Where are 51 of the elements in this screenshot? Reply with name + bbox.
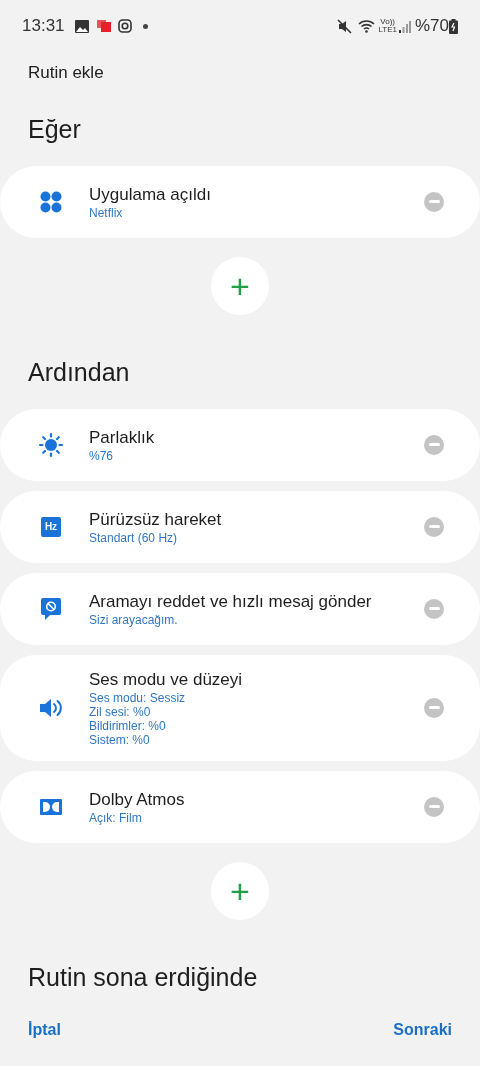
hz-icon: Hz bbox=[41, 516, 61, 537]
battery-icon bbox=[449, 18, 458, 34]
remove-button[interactable] bbox=[424, 598, 444, 619]
volte-label: Vo)) bbox=[380, 18, 396, 26]
card-detail: Bildirimler: %0 bbox=[89, 718, 167, 733]
card-detail: Açık: Film bbox=[89, 810, 143, 825]
remove-button[interactable] bbox=[424, 191, 444, 212]
status-time: 13:31 bbox=[22, 15, 65, 38]
remove-button[interactable] bbox=[424, 434, 444, 455]
apps-icon bbox=[40, 190, 62, 213]
card-detail: Sistem: %0 bbox=[89, 732, 151, 747]
card-title: Pürüzsüz hareket bbox=[89, 508, 223, 531]
camera-icon bbox=[117, 19, 132, 33]
notification-icon bbox=[96, 20, 111, 32]
remove-button[interactable] bbox=[424, 796, 444, 817]
card-title: Ses modu ve düzeyi bbox=[89, 668, 244, 691]
routine-card[interactable]: Aramayı reddet ve hızlı mesaj gönder Sizi arayacağım. bbox=[0, 572, 480, 645]
sun-icon bbox=[38, 431, 64, 458]
dolby-icon bbox=[40, 798, 62, 815]
routine-card[interactable]: Ses modu ve düzeyi Ses modu: Sessiz Zil sesi: %0 Bildirimler: %0 Sistem: %0 bbox=[0, 654, 480, 761]
card-title: Dolby Atmos bbox=[89, 788, 186, 811]
mute-icon bbox=[337, 18, 353, 34]
routine-card[interactable]: Uygulama açıldı Netflix bbox=[0, 165, 480, 238]
battery-percent: %70 bbox=[414, 15, 449, 38]
page-title: Rutin ekle bbox=[28, 63, 104, 82]
card-title: Uygulama açıldı bbox=[89, 183, 212, 206]
remove-button[interactable] bbox=[424, 516, 444, 537]
image-icon bbox=[74, 19, 89, 33]
card-detail: Zil sesi: %0 bbox=[89, 704, 152, 719]
next-button[interactable]: Sonraki bbox=[393, 1018, 452, 1042]
card-detail: Sizi arayacağım. bbox=[89, 612, 179, 627]
card-detail: %76 bbox=[89, 448, 115, 463]
section-heading: Ardından bbox=[27, 356, 131, 387]
section-heading: Eğer bbox=[27, 113, 82, 144]
routine-card[interactable]: Dolby Atmos Açık: Film bbox=[0, 770, 480, 843]
signal-icon bbox=[398, 19, 411, 33]
cancel-button[interactable]: İptal bbox=[28, 1018, 61, 1042]
lte-label: LTE1 bbox=[378, 26, 397, 34]
routine-card[interactable]: Hz Pürüzsüz hareket Standart (60 Hz) bbox=[0, 490, 480, 563]
remove-button[interactable] bbox=[424, 697, 444, 718]
card-detail: Ses modu: Sessiz bbox=[89, 690, 187, 705]
card-title: Aramayı reddet ve hızlı mesaj gönder bbox=[89, 590, 373, 613]
wifi-icon bbox=[358, 19, 377, 33]
card-title: Parlaklık bbox=[89, 426, 156, 449]
card-detail: Standart (60 Hz) bbox=[89, 530, 179, 545]
blocked-message-icon bbox=[40, 596, 62, 621]
card-detail: Netflix bbox=[89, 205, 124, 220]
dot-icon bbox=[142, 23, 148, 29]
routine-card[interactable]: Parlaklık %76 bbox=[0, 408, 480, 481]
section-heading: Rutin sona erdiğinde bbox=[27, 961, 259, 992]
speaker-icon bbox=[39, 696, 63, 719]
